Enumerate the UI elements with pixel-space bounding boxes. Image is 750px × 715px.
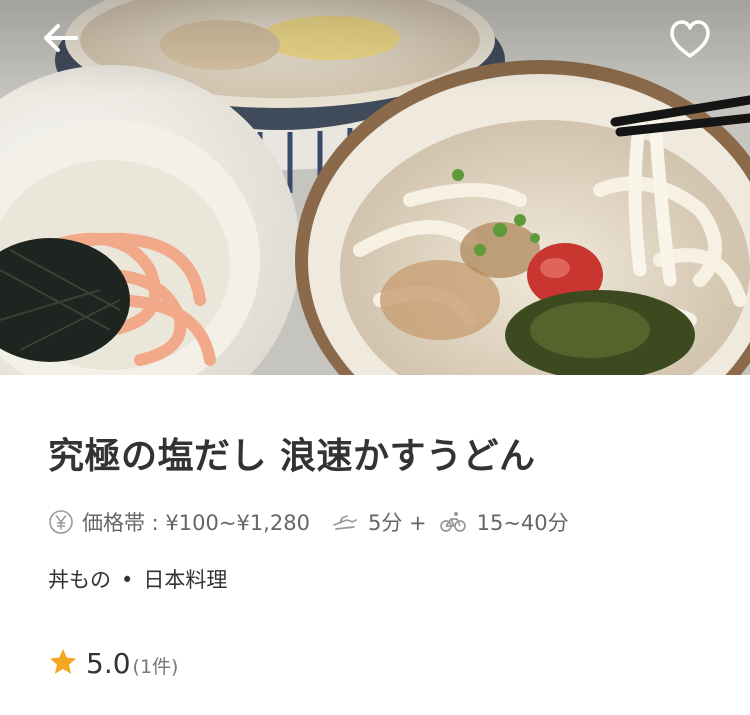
category-tag: 丼もの [48, 568, 111, 592]
prep-time-icon [332, 511, 358, 533]
delivery-time: 15~40分 [476, 511, 569, 535]
prep-time: 5分 + [367, 511, 427, 535]
category-list: 丼もの • 日本料理 [48, 564, 227, 594]
hero-image [0, 0, 750, 375]
restaurant-name: 究極の塩だし 浪速かすうどん [48, 436, 536, 477]
star-icon [48, 643, 78, 677]
price-range: 価格帯 : ¥100~¥1,280 [82, 511, 310, 535]
heart-outline-icon [670, 20, 710, 58]
meta-row: 価格帯 : ¥100~¥1,280 5分 + 15~40分 [48, 507, 569, 537]
yen-icon [48, 509, 74, 535]
back-button[interactable] [36, 14, 86, 64]
category-separator: • [121, 568, 134, 592]
arrow-left-icon [44, 24, 78, 52]
rating[interactable]: 5.0 (1件) [48, 643, 178, 680]
rating-count: (1件) [132, 656, 179, 678]
udon-photo [0, 0, 750, 375]
category-tag: 日本料理 [143, 568, 228, 592]
favorite-button[interactable] [664, 14, 716, 64]
restaurant-info: 究極の塩だし 浪速かすうどん 価格帯 : ¥100~¥1,280 5分 + 15… [0, 375, 750, 715]
bicycle-icon [439, 510, 467, 534]
rating-score: 5.0 [86, 647, 131, 680]
